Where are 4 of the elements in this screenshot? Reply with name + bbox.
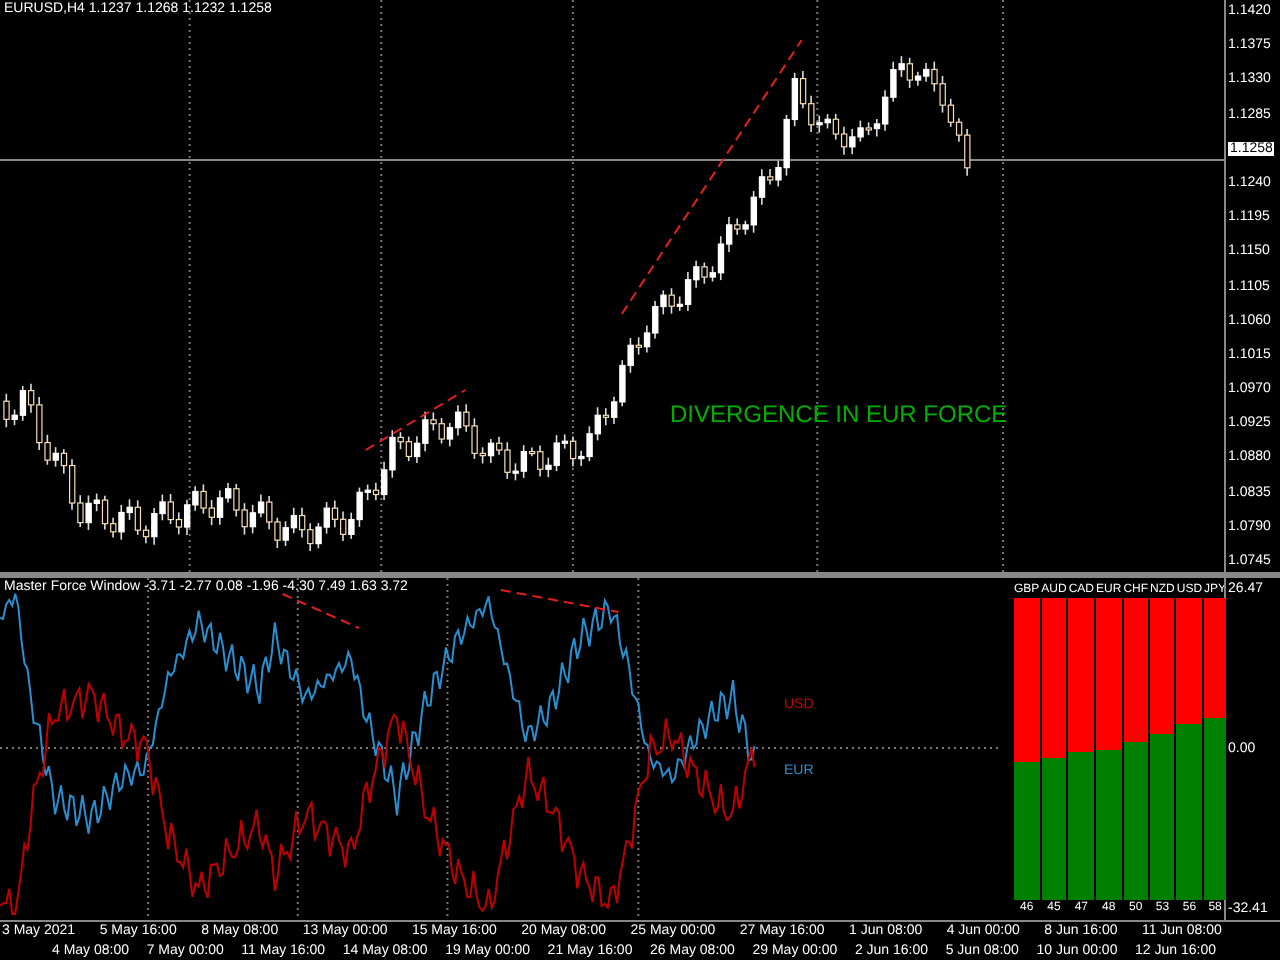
annotation-text: DIVERGENCE IN EUR FORCE (670, 398, 1008, 432)
trend-line (281, 593, 360, 629)
trend-line (364, 389, 467, 451)
trend-line (499, 589, 620, 613)
